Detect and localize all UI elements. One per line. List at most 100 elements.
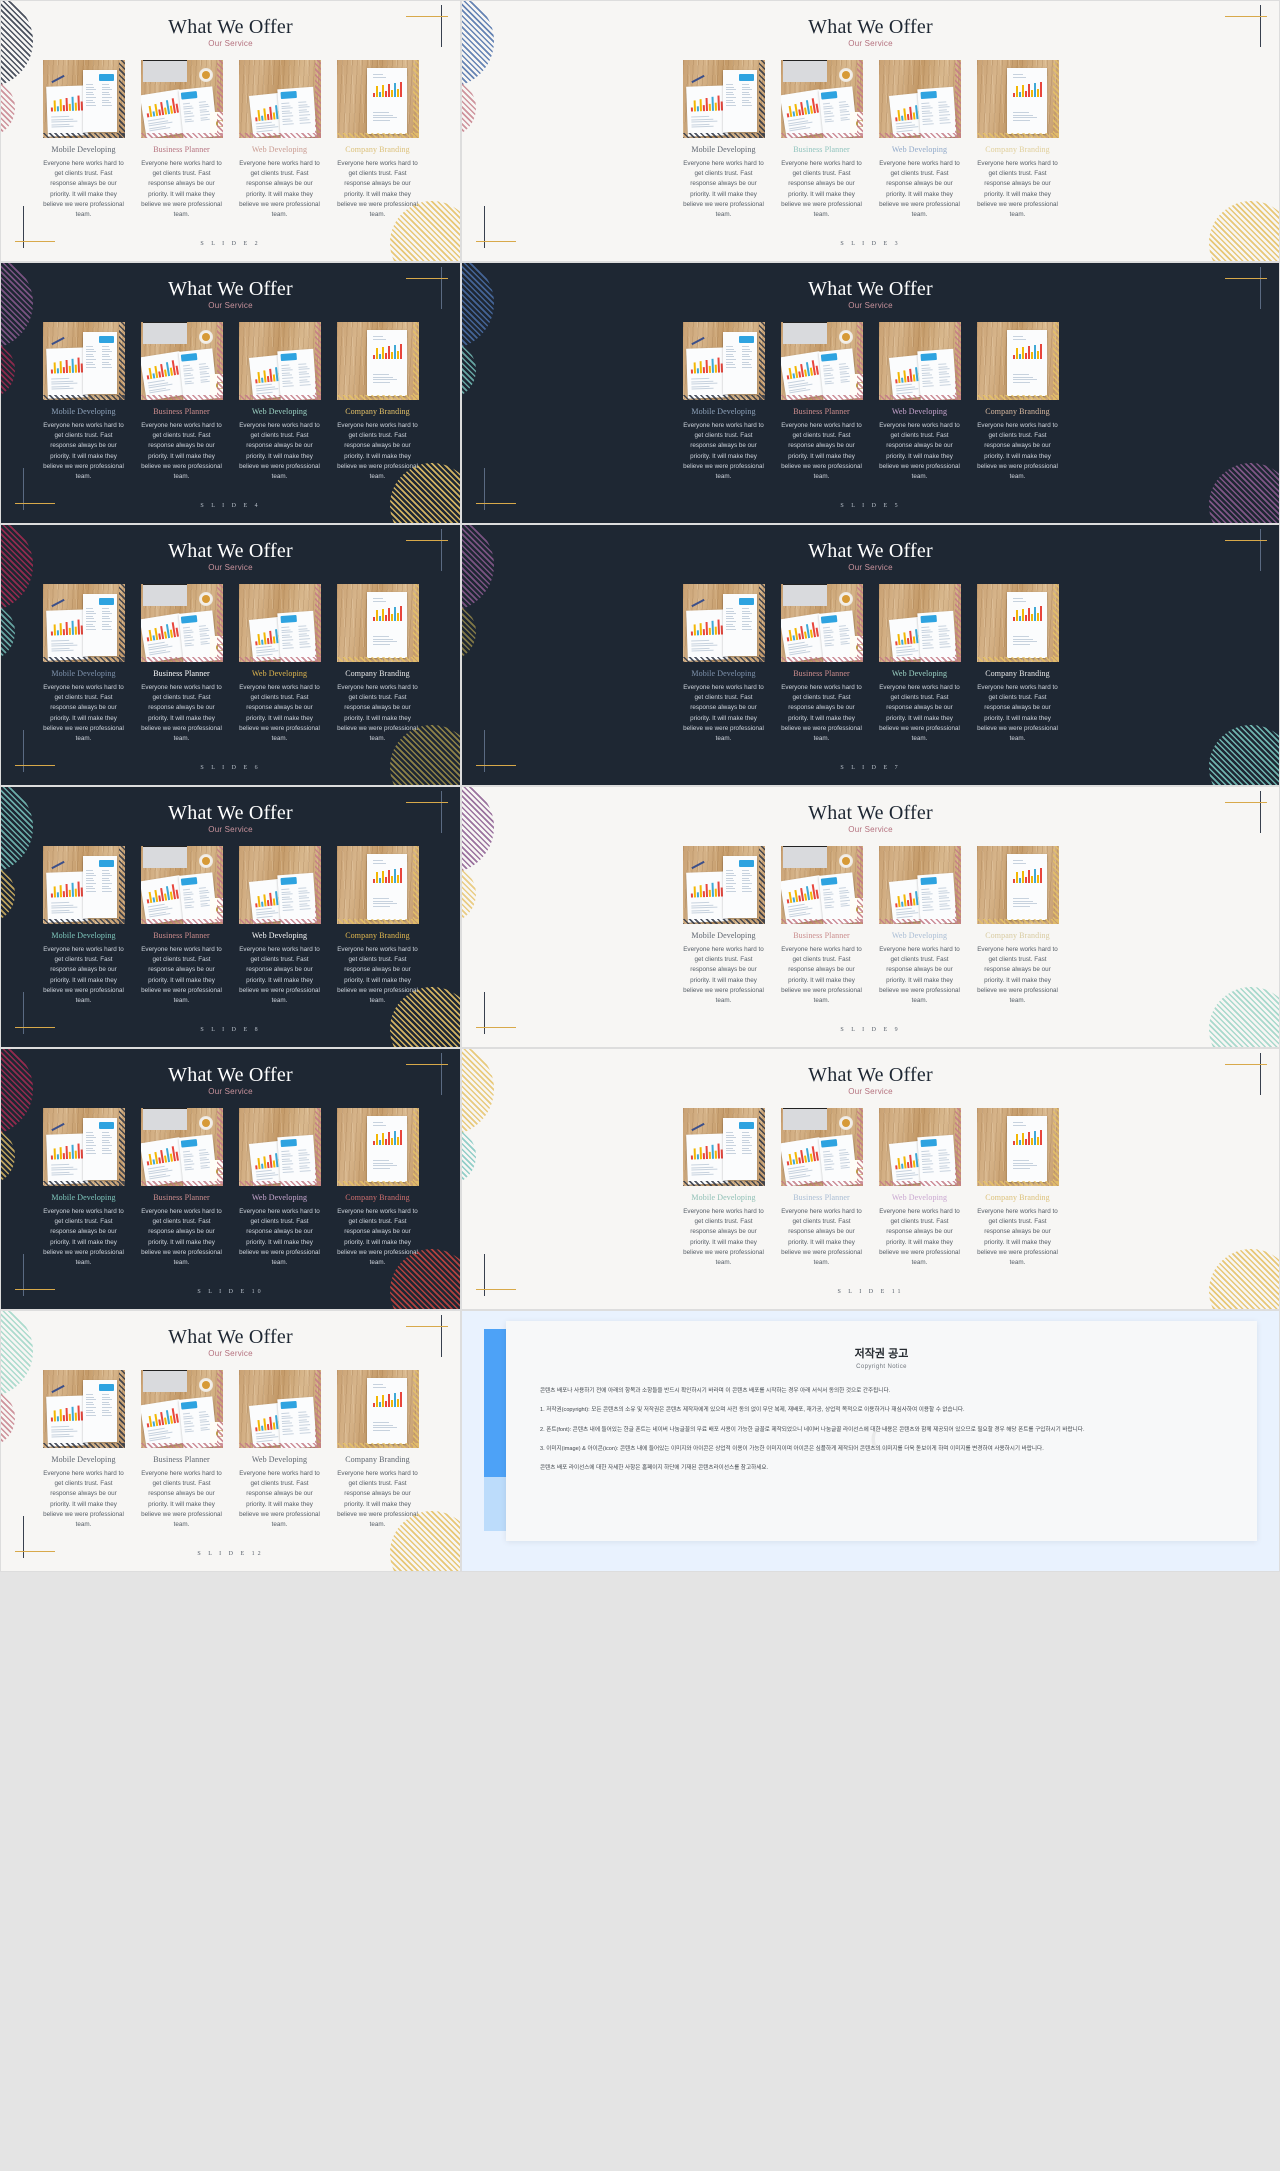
- slide-thumbnail[interactable]: What We Offer Our Service Mobile Develop…: [0, 524, 461, 786]
- photo-edge-right: [412, 584, 419, 662]
- service-card-title: Business Planner: [793, 1193, 850, 1202]
- photo-edge-right: [758, 1108, 765, 1186]
- slide-number-label: S L I D E 4: [200, 503, 261, 509]
- decor-cross-top-right: [1221, 791, 1269, 833]
- photo-edge-bottom: [780, 657, 863, 662]
- service-card[interactable]: C Business Planner Everyone here works h…: [780, 322, 863, 482]
- service-card[interactable]: Web Developing Everyone here works hard …: [878, 584, 961, 744]
- service-card[interactable]: Company Branding Everyone here works har…: [976, 584, 1059, 744]
- service-card-description: Everyone here works hard to get clients …: [781, 1208, 862, 1266]
- service-card[interactable]: Mobile Developing Everyone here works ha…: [42, 1370, 125, 1530]
- service-card[interactable]: Web Developing Everyone here works hard …: [878, 322, 961, 482]
- copyright-item: 1. 저작권(copyright): 모든 콘텐츠의 소유 및 저작권은 콘텐츠…: [540, 1407, 965, 1414]
- web-developing-photo: [238, 584, 321, 662]
- service-card[interactable]: Company Branding Everyone here works har…: [976, 322, 1059, 482]
- service-card[interactable]: Company Branding Everyone here works har…: [336, 322, 419, 482]
- service-card[interactable]: Mobile Developing Everyone here works ha…: [682, 322, 765, 482]
- slide-thumbnail[interactable]: What We Offer Our Service Mobile Develop…: [0, 262, 461, 524]
- service-card[interactable]: C Business Planner Everyone here works h…: [140, 1370, 223, 1530]
- photo-edge-right: [216, 1108, 223, 1186]
- service-card[interactable]: Web Developing Everyone here works hard …: [238, 60, 321, 220]
- service-card-description: Everyone here works hard to get clients …: [683, 160, 764, 218]
- service-card[interactable]: Web Developing Everyone here works hard …: [238, 1370, 321, 1530]
- service-card[interactable]: Mobile Developing Everyone here works ha…: [682, 1108, 765, 1268]
- business-planner-photo: C: [140, 1108, 223, 1186]
- decor-cross-top-right: [1221, 5, 1269, 47]
- service-card[interactable]: Mobile Developing Everyone here works ha…: [42, 322, 125, 482]
- service-card[interactable]: Web Developing Everyone here works hard …: [238, 1108, 321, 1268]
- slide-thumbnail[interactable]: What We Offer Our Service Mobile Develop…: [0, 0, 461, 262]
- service-card[interactable]: Mobile Developing Everyone here works ha…: [42, 1108, 125, 1268]
- service-card-list: Mobile Developing Everyone here works ha…: [462, 584, 1279, 744]
- service-card[interactable]: Mobile Developing Everyone here works ha…: [682, 60, 765, 220]
- photo-edge-right: [954, 322, 961, 400]
- photo-edge-right: [856, 322, 863, 400]
- service-card[interactable]: Web Developing Everyone here works hard …: [238, 846, 321, 1006]
- slide-thumbnail[interactable]: What We Offer Our Service Mobile Develop…: [461, 0, 1280, 262]
- service-card-title: Company Branding: [985, 145, 1050, 154]
- service-card-description: Everyone here works hard to get clients …: [337, 422, 418, 480]
- slide-thumbnail[interactable]: What We Offer Our Service Mobile Develop…: [461, 262, 1280, 524]
- service-card-description: Everyone here works hard to get clients …: [781, 684, 862, 742]
- service-card[interactable]: Company Branding Everyone here works har…: [336, 60, 419, 220]
- photo-edge-right: [118, 1370, 125, 1448]
- service-card[interactable]: Web Developing Everyone here works hard …: [238, 322, 321, 482]
- service-card[interactable]: Company Branding Everyone here works har…: [336, 1108, 419, 1268]
- service-card[interactable]: Mobile Developing Everyone here works ha…: [42, 846, 125, 1006]
- service-card[interactable]: C Business Planner Everyone here works h…: [140, 322, 223, 482]
- service-card-title: Business Planner: [793, 407, 850, 416]
- slide-thumbnail[interactable]: What We Offer Our Service Mobile Develop…: [461, 786, 1280, 1048]
- service-card-description: Everyone here works hard to get clients …: [683, 684, 764, 742]
- slide-thumbnail[interactable]: What We Offer Our Service Mobile Develop…: [0, 1310, 461, 1572]
- service-card[interactable]: Mobile Developing Everyone here works ha…: [682, 846, 765, 1006]
- service-card-title: Mobile Developing: [691, 407, 756, 416]
- photo-edge-right: [412, 1108, 419, 1186]
- service-card[interactable]: Company Branding Everyone here works har…: [976, 1108, 1059, 1268]
- service-card[interactable]: C Business Planner Everyone here works h…: [140, 584, 223, 744]
- decor-cross-top-right: [402, 267, 450, 309]
- service-card[interactable]: C Business Planner Everyone here works h…: [140, 846, 223, 1006]
- service-card[interactable]: Company Branding Everyone here works har…: [336, 1370, 419, 1530]
- photo-edge-bottom: [976, 133, 1059, 138]
- page-subtitle: Our Service: [208, 1087, 253, 1096]
- service-card[interactable]: Web Developing Everyone here works hard …: [878, 60, 961, 220]
- service-card[interactable]: Company Branding Everyone here works har…: [336, 584, 419, 744]
- service-card-description: Everyone here works hard to get clients …: [781, 422, 862, 480]
- slide-thumbnail[interactable]: What We Offer Our Service Mobile Develop…: [461, 1048, 1280, 1310]
- service-card[interactable]: C Business Planner Everyone here works h…: [140, 1108, 223, 1268]
- service-card[interactable]: Mobile Developing Everyone here works ha…: [42, 60, 125, 220]
- service-card-list: Mobile Developing Everyone here works ha…: [1, 1370, 460, 1530]
- service-card[interactable]: Mobile Developing Everyone here works ha…: [42, 584, 125, 744]
- service-card[interactable]: C Business Planner Everyone here works h…: [780, 846, 863, 1006]
- service-card[interactable]: Company Branding Everyone here works har…: [336, 846, 419, 1006]
- service-card[interactable]: Web Developing Everyone here works hard …: [878, 846, 961, 1006]
- slide-thumbnail[interactable]: What We Offer Our Service Mobile Develop…: [0, 786, 461, 1048]
- photo-edge-bottom: [238, 919, 321, 924]
- service-card[interactable]: Mobile Developing Everyone here works ha…: [682, 584, 765, 744]
- page-title: What We Offer: [808, 16, 933, 38]
- service-card[interactable]: Company Branding Everyone here works har…: [976, 60, 1059, 220]
- page-title: What We Offer: [168, 278, 293, 300]
- copyright-notice-panel[interactable]: C 저작권 공고 Copyright Notice 콘텐츠 배포나 사용하기 전…: [461, 1310, 1280, 1572]
- photo-edge-bottom: [140, 133, 223, 138]
- service-card[interactable]: Company Branding Everyone here works har…: [976, 846, 1059, 1006]
- photo-edge-bottom: [976, 657, 1059, 662]
- slide-thumbnail[interactable]: What We Offer Our Service Mobile Develop…: [461, 524, 1280, 786]
- service-card[interactable]: C Business Planner Everyone here works h…: [780, 584, 863, 744]
- service-card-description: Everyone here works hard to get clients …: [239, 422, 320, 480]
- service-card-title: Company Branding: [985, 407, 1050, 416]
- service-card[interactable]: C Business Planner Everyone here works h…: [140, 60, 223, 220]
- service-card[interactable]: C Business Planner Everyone here works h…: [780, 1108, 863, 1268]
- photo-edge-bottom: [336, 1181, 419, 1186]
- slide-thumbnail[interactable]: What We Offer Our Service Mobile Develop…: [0, 1048, 461, 1310]
- service-card[interactable]: Web Developing Everyone here works hard …: [238, 584, 321, 744]
- mobile-developing-photo: [42, 60, 125, 138]
- page-title: What We Offer: [168, 1064, 293, 1086]
- page-title: What We Offer: [168, 802, 293, 824]
- service-card[interactable]: C Business Planner Everyone here works h…: [780, 60, 863, 220]
- photo-edge-right: [1052, 322, 1059, 400]
- copyright-accent-bar-blue: [484, 1329, 506, 1477]
- service-card[interactable]: Web Developing Everyone here works hard …: [878, 1108, 961, 1268]
- service-card-list: Mobile Developing Everyone here works ha…: [1, 846, 460, 1006]
- photo-edge-right: [954, 846, 961, 924]
